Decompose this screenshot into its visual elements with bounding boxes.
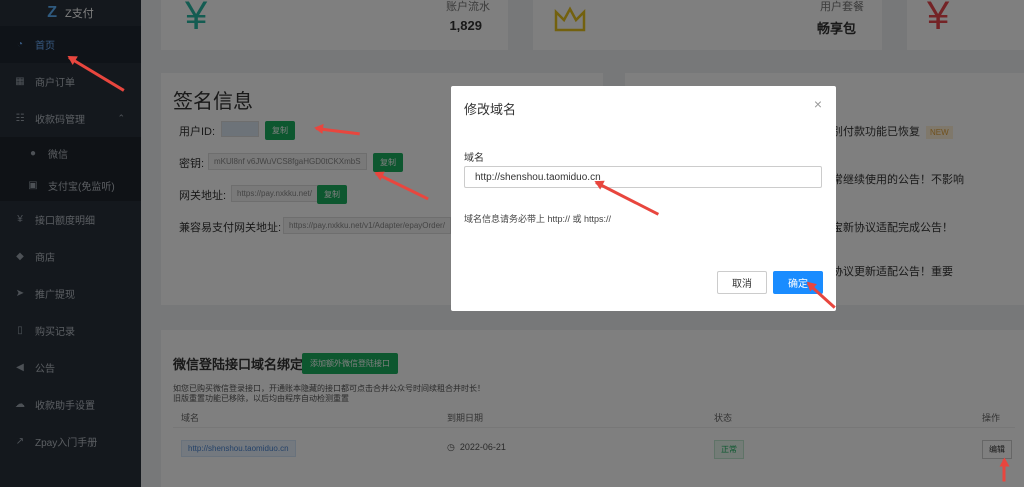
cancel-button[interactable]: 取消 xyxy=(717,271,767,294)
edit-domain-modal: 修改域名 × 域名 域名信息请务必带上 http:// 或 https:// 取… xyxy=(451,86,836,311)
domain-input[interactable] xyxy=(464,166,822,188)
close-icon[interactable]: × xyxy=(814,96,822,112)
domain-hint: 域名信息请务必带上 http:// 或 https:// xyxy=(464,214,612,224)
domain-field-label: 域名 xyxy=(464,153,484,164)
annotation-arrow xyxy=(1002,459,1006,482)
modal-title: 修改域名 xyxy=(464,102,517,117)
